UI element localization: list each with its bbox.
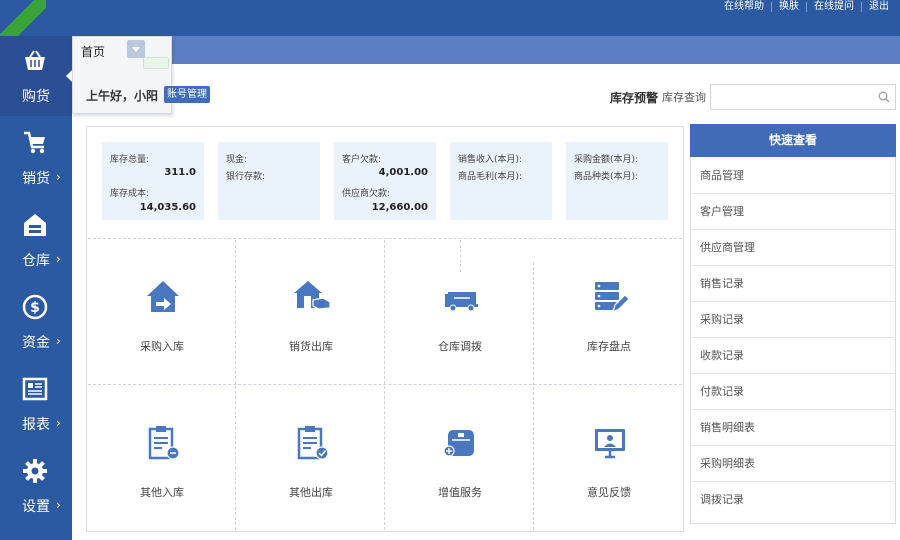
greeting-text: 上午好，小阳 (86, 89, 159, 103)
grid-divider (88, 384, 682, 385)
stat-label: 银行存款: (226, 172, 266, 182)
monitor-user-icon (595, 429, 625, 459)
quick-item-transfer-records[interactable]: 调拨记录 (690, 482, 896, 518)
tile-label: 采购入库 (140, 340, 184, 353)
tile-transfer[interactable]: 仓库调拨 (386, 240, 534, 380)
sidebar-item-label: 销货 (22, 171, 50, 187)
clipboard-check-icon (297, 426, 329, 460)
dollar-icon: $ (22, 294, 48, 320)
service-box-icon (443, 430, 474, 457)
stock-warning-link[interactable]: 库存预警 (610, 89, 658, 106)
chevron-right-icon: › (56, 498, 61, 512)
quick-item-purchase-records[interactable]: 采购记录 (690, 302, 896, 338)
tile-feedback[interactable]: 意见反馈 (535, 386, 683, 526)
chevron-down-icon[interactable] (127, 40, 145, 58)
sidebar-item-settings[interactable]: 设置 › (0, 446, 72, 526)
ask-link[interactable]: 在线提问 (807, 1, 861, 13)
sidebar-item-label: 资金 (22, 335, 50, 351)
tile-label: 库存盘点 (587, 340, 631, 353)
stat-value: 311.0 (164, 167, 196, 178)
tile-sales-out[interactable]: 销货出库 (237, 240, 385, 380)
cart-icon (24, 131, 45, 154)
basket-icon (25, 50, 45, 70)
svg-text:$: $ (30, 300, 40, 316)
stat-value: 4,001.00 (378, 167, 428, 178)
stat-card-purchase: 采购金额(本月): 商品种类(本月): (566, 142, 668, 220)
quick-item-suppliers[interactable]: 供应商管理 (690, 230, 896, 266)
quick-item-receipt-records[interactable]: 收款记录 (690, 338, 896, 374)
quick-item-customers[interactable]: 客户管理 (690, 194, 896, 230)
tile-other-out[interactable]: 其他出库 (237, 386, 385, 526)
house-arrow-icon (147, 281, 179, 312)
chevron-right-icon: › (56, 252, 61, 266)
stat-label: 现金: (226, 155, 248, 165)
truck-icon (445, 292, 478, 312)
ghost-badge (143, 57, 169, 69)
skin-link[interactable]: 换肤 (772, 1, 806, 13)
clipboard-in-icon (148, 426, 180, 460)
house-hand-icon (294, 281, 331, 310)
stat-label: 商品毛利(本月): (458, 172, 523, 182)
stat-card-debts: 客户欠款: 4,001.00 供应商欠款: 12,660.00 (334, 142, 436, 220)
tile-label: 其他出库 (289, 486, 333, 499)
quick-item-purchase-detail[interactable]: 采购明细表 (690, 446, 896, 482)
sidebar-item-label: 仓库 (22, 253, 50, 269)
sidebar-item-label: 设置 (22, 499, 50, 515)
tile-stocktake[interactable]: 库存盘点 (535, 240, 683, 380)
tile-label: 销货出库 (289, 340, 333, 353)
quick-item-sales-detail[interactable]: 销售明细表 (690, 410, 896, 446)
tile-purchase-in[interactable]: 采购入库 (88, 240, 236, 380)
stat-label: 客户欠款: (342, 155, 382, 165)
stat-value: 12,660.00 (371, 202, 428, 213)
tile-label: 仓库调拨 (438, 340, 482, 353)
top-links: 在线帮助 换肤 在线提问 退出 (717, 0, 896, 14)
grid-divider (88, 238, 682, 239)
sidebar: 购货 销货 › 仓库 › $ 资金 › 报表 › 设置 › (0, 36, 72, 540)
warehouse-icon (24, 214, 46, 236)
tile-label: 增值服务 (438, 486, 482, 499)
stat-label: 库存成本: (110, 189, 150, 199)
stat-card-sales: 销售收入(本月): 商品毛利(本月): (450, 142, 552, 220)
stat-label: 供应商欠款: (342, 189, 391, 199)
gear-icon (23, 459, 47, 483)
server-edit-icon (595, 282, 629, 314)
stat-label: 采购金额(本月): (574, 155, 639, 165)
sidebar-item-purchase[interactable]: 购货 (0, 36, 72, 116)
tile-value-added[interactable]: 增值服务 (386, 386, 534, 526)
quick-item-payment-records[interactable]: 付款记录 (690, 374, 896, 410)
logout-link[interactable]: 退出 (862, 1, 896, 13)
chevron-right-icon: › (56, 334, 61, 348)
quick-item-sales-records[interactable]: 销售记录 (690, 266, 896, 302)
report-icon (22, 377, 48, 401)
stat-label: 库存总量: (110, 155, 150, 165)
quick-item-products[interactable]: 商品管理 (690, 158, 896, 194)
stat-card-cash: 现金: 银行存款: (218, 142, 320, 220)
sidebar-item-reports[interactable]: 报表 › (0, 364, 72, 444)
chevron-right-icon: › (56, 416, 61, 430)
sidebar-item-warehouse[interactable]: 仓库 › (0, 200, 72, 280)
account-manage-button[interactable]: 账号管理 (164, 86, 210, 103)
stock-search-input[interactable] (710, 84, 896, 110)
tile-label: 意见反馈 (587, 486, 631, 499)
stat-card-stock: 库存总量: 311.0 库存成本: 14,035.60 (102, 142, 204, 220)
tab-home-label: 首页 (81, 45, 106, 59)
quick-view-title: 快速查看 (690, 124, 896, 157)
stat-value: 14,035.60 (139, 202, 196, 213)
chevron-right-icon: › (56, 170, 61, 184)
sidebar-item-label: 报表 (22, 417, 50, 433)
tab-strip (72, 36, 900, 64)
stock-query-label: 库存查询 (662, 91, 706, 104)
tile-label: 其他入库 (140, 486, 184, 499)
sidebar-item-funds[interactable]: $ 资金 › (0, 282, 72, 362)
help-link[interactable]: 在线帮助 (717, 1, 771, 13)
search-icon[interactable] (878, 91, 890, 103)
tile-other-in[interactable]: 其他入库 (88, 386, 236, 526)
stat-label: 商品种类(本月): (574, 172, 639, 182)
sidebar-item-sales[interactable]: 销货 › (0, 118, 72, 198)
sidebar-item-label: 购货 (22, 89, 50, 105)
stat-label: 销售收入(本月): (458, 155, 523, 165)
